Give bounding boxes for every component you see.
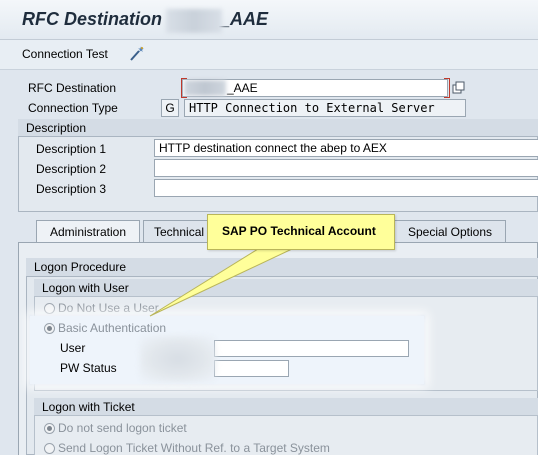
required-marker-right [444,78,450,98]
radio-do-not-use-user[interactable] [44,303,55,314]
description-1-label: Description 1 [36,142,107,156]
connection-type-description: HTTP Connection to External Server [184,99,466,117]
pw-status-field[interactable] [214,360,289,377]
title-redaction-blur [166,9,222,33]
description-3-field[interactable] [154,179,538,197]
option-send-ticket-without-ref-label: Send Logon Ticket Without Ref. to a Targ… [58,441,330,455]
description-2-label: Description 2 [36,162,107,176]
rfc-destination-label: RFC Destination [28,81,117,95]
required-marker-left [181,78,187,98]
option-do-not-use-user-label: Do Not Use a User [58,301,159,315]
page-title: RFC Destination _AAE [22,9,268,30]
connection-type-code-field[interactable]: G [161,99,179,117]
title-prefix: RFC Destination [22,9,163,29]
logon-with-ticket-header: Logon with Ticket [34,398,538,416]
pw-status-label: PW Status [60,361,117,375]
connection-type-label: Connection Type [28,101,118,115]
connection-test-button[interactable]: Connection Test [22,47,108,63]
description-2-field[interactable] [154,159,538,177]
user-redaction-blur [140,336,216,382]
copy-icon[interactable] [452,81,466,95]
tab-special-options[interactable]: Special Options [394,220,506,242]
logon-with-user-header: Logon with User [34,279,538,297]
logon-procedure-header: Logon Procedure [26,258,538,277]
rfc-destination-value: _AAE [227,81,258,95]
radio-send-ticket-without-ref[interactable] [44,443,55,454]
radio-basic-authentication[interactable] [44,323,55,334]
callout-annotation: SAP PO Technical Account [207,214,395,250]
magic-wand-icon[interactable] [127,45,145,63]
description-1-field[interactable]: HTTP destination connect the abep to AEX [154,139,538,157]
title-suffix: _AAE [220,9,269,29]
user-field[interactable] [214,340,409,357]
rfc-destination-redaction-blur [184,80,226,96]
tab-administration[interactable]: Administration [36,220,140,242]
user-label: User [60,341,86,355]
option-do-not-send-ticket-label: Do not send logon ticket [58,421,187,435]
radio-do-not-send-ticket[interactable] [44,423,55,434]
description-3-label: Description 3 [36,182,107,196]
option-basic-authentication-label: Basic Authentication [58,321,167,335]
description-group-header: Description [18,119,538,137]
